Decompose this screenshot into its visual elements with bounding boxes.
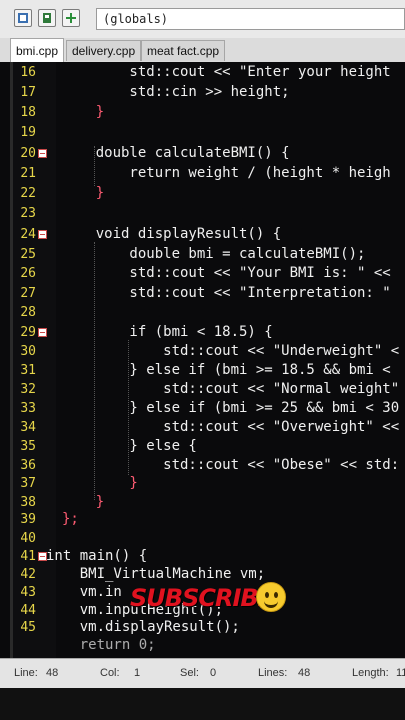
- status-line-label: Line:: [14, 667, 38, 679]
- toggle-panel-icon[interactable]: [14, 9, 32, 27]
- bookmark-icon[interactable]: [38, 9, 56, 27]
- code-line: BMI_VirtualMachine vm;: [46, 566, 266, 582]
- code-editor[interactable]: 16 17 18 19 20 21 22 23 24 25 26 27 28 2…: [0, 62, 405, 658]
- smiley-emoji-icon: [256, 582, 286, 612]
- line-number: 22: [20, 186, 36, 201]
- line-number: 18: [20, 105, 36, 120]
- status-col-value: 1: [134, 667, 141, 679]
- line-number: 19: [20, 125, 36, 140]
- file-tabs: bmi.cpp delivery.cpp meat fact.cpp: [0, 38, 405, 63]
- code-line: return weight / (height * heigh: [62, 165, 391, 181]
- line-number: 16: [20, 65, 36, 80]
- code-line: int main() {: [46, 548, 148, 564]
- line-number: 40: [20, 531, 36, 546]
- line-number: 20: [20, 146, 36, 161]
- code-line: } else if (bmi >= 25 && bmi < 30: [62, 400, 400, 416]
- status-length-label: Length:: [352, 667, 389, 679]
- code-line: double bmi = calculateBMI();: [62, 246, 366, 262]
- code-line: std::cout << "Normal weight": [62, 381, 400, 397]
- line-number: 38: [20, 495, 36, 510]
- line-number: 33: [20, 401, 36, 416]
- line-number: 25: [20, 247, 36, 262]
- fold-toggle-icon[interactable]: [38, 149, 47, 158]
- line-number: 32: [20, 382, 36, 397]
- line-number: 26: [20, 266, 36, 281]
- subscribe-overlay: SUBSCRIBE: [130, 584, 274, 612]
- line-number: 23: [20, 206, 36, 221]
- line-number: 44: [20, 603, 36, 618]
- code-line: std::cout << "Obese" << std:: [62, 457, 400, 473]
- line-number: 34: [20, 420, 36, 435]
- line-number: 41: [20, 549, 36, 564]
- code-line: }: [62, 494, 105, 510]
- code-line: std::cout << "Enter your height: [62, 64, 391, 80]
- line-number: 45: [20, 620, 36, 635]
- code-line: std::cin >> height;: [62, 84, 290, 100]
- code-line: vm.in: [46, 584, 122, 600]
- line-number: 29: [20, 325, 36, 340]
- status-line-value: 48: [46, 667, 59, 679]
- status-lines-label: Lines:: [258, 667, 288, 679]
- code-line: std::cout << "Underweight" <: [62, 343, 400, 359]
- status-lines-value: 48: [298, 667, 311, 679]
- code-line: return 0;: [46, 637, 156, 653]
- code-line: void displayResult() {: [62, 226, 282, 242]
- toolbar: (globals): [0, 0, 405, 39]
- fold-toggle-icon[interactable]: [38, 328, 47, 337]
- line-number: 21: [20, 166, 36, 181]
- scope-dropdown[interactable]: (globals): [96, 8, 405, 30]
- status-bar: Line: 48 Col: 1 Sel: 0 Lines: 48 Length:…: [0, 658, 405, 689]
- fold-toggle-icon[interactable]: [38, 230, 47, 239]
- status-sel-label: Sel:: [180, 667, 199, 679]
- code-line: double calculateBMI() {: [62, 145, 290, 161]
- add-icon[interactable]: [62, 9, 80, 27]
- tab-delivery-cpp[interactable]: delivery.cpp: [66, 40, 142, 61]
- line-number: 17: [20, 85, 36, 100]
- line-number: 35: [20, 439, 36, 454]
- code-line: std::cout << "Overweight" <<: [62, 419, 400, 435]
- code-line: }: [62, 104, 105, 120]
- code-line: if (bmi < 18.5) {: [62, 324, 273, 340]
- code-line: } else {: [62, 438, 197, 454]
- screen-bezel: [0, 688, 405, 720]
- code-line: vm.displayResult();: [46, 619, 240, 635]
- status-length-value: 11: [396, 667, 405, 679]
- code-line: };: [62, 511, 79, 527]
- line-number: 30: [20, 344, 36, 359]
- code-line: }: [62, 185, 105, 201]
- line-number: 27: [20, 286, 36, 301]
- line-number: 31: [20, 363, 36, 378]
- line-number: 39: [20, 512, 36, 527]
- status-col-label: Col:: [100, 667, 120, 679]
- line-number: 43: [20, 585, 36, 600]
- tab-meat-fact-cpp[interactable]: meat fact.cpp: [141, 40, 226, 61]
- status-sel-value: 0: [210, 667, 217, 679]
- code-line: std::cout << "Interpretation: ": [62, 285, 391, 301]
- line-number: 42: [20, 567, 36, 582]
- tab-bmi-cpp[interactable]: bmi.cpp: [10, 38, 65, 62]
- code-line: std::cout << "Your BMI is: " <<: [62, 265, 391, 281]
- code-line: } else if (bmi >= 18.5 && bmi <: [62, 362, 391, 378]
- line-number: 28: [20, 305, 36, 320]
- gutter-border: [10, 62, 13, 658]
- line-number: 24: [20, 227, 36, 242]
- line-number: 36: [20, 458, 36, 473]
- line-number: 37: [20, 476, 36, 491]
- code-line: }: [62, 475, 138, 491]
